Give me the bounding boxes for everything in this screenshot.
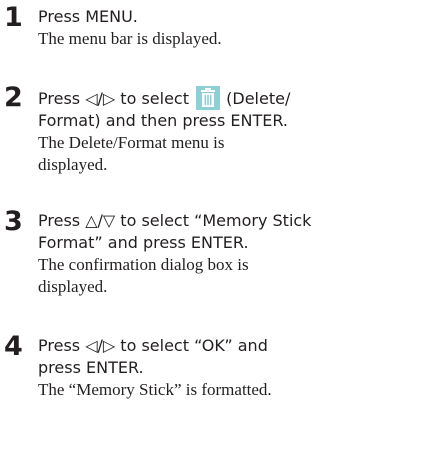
step-number: 1 — [4, 2, 23, 33]
step-instruction: Press ◁/▷ to select “OK” and — [38, 335, 428, 357]
instruction-text: to select “Memory Stick — [115, 211, 312, 230]
instruction-text: to select “OK” and — [115, 336, 268, 355]
step-number: 2 — [4, 82, 23, 113]
instruction-text: Press — [38, 89, 86, 108]
up-down-arrows-icon: △/▽ — [85, 211, 116, 230]
step-result: The Delete/Format menu is — [38, 133, 225, 152]
step-instruction: press ENTER. — [38, 358, 144, 377]
step-result: The confirmation dialog box is — [38, 255, 249, 274]
step-instruction: Press ◁/▷ to select (Delete/ — [38, 86, 428, 110]
instruction-text: (Delete/ — [221, 89, 291, 108]
step-result: The “Memory Stick” is formatted. — [38, 380, 272, 399]
step-instruction: Press MENU. — [38, 7, 138, 26]
step-number: 4 — [4, 331, 23, 362]
step-result: displayed. — [38, 155, 108, 174]
trash-delete-icon — [196, 86, 221, 110]
instruction-text: to select — [115, 89, 195, 108]
step-number: 3 — [4, 206, 23, 237]
step-body: Press ◁/▷ to select “OK” and press ENTER… — [38, 335, 428, 401]
step-result: displayed. — [38, 277, 108, 296]
step-instruction: Format) and then press ENTER. — [38, 111, 288, 130]
step-instruction: Format” and press ENTER. — [38, 233, 249, 252]
left-right-arrows-icon: ◁/▷ — [85, 89, 116, 108]
left-right-arrows-icon: ◁/▷ — [85, 336, 116, 355]
step-result: The menu bar is displayed. — [38, 29, 222, 48]
step-body: Press MENU. The menu bar is displayed. — [38, 6, 428, 50]
step-instruction: Press △/▽ to select “Memory Stick — [38, 210, 428, 232]
step-body: Press △/▽ to select “Memory Stick Format… — [38, 210, 428, 298]
step-body: Press ◁/▷ to select (Delete/ Format) and… — [38, 86, 428, 176]
instruction-text: Press — [38, 211, 86, 230]
instruction-text: Press — [38, 336, 86, 355]
